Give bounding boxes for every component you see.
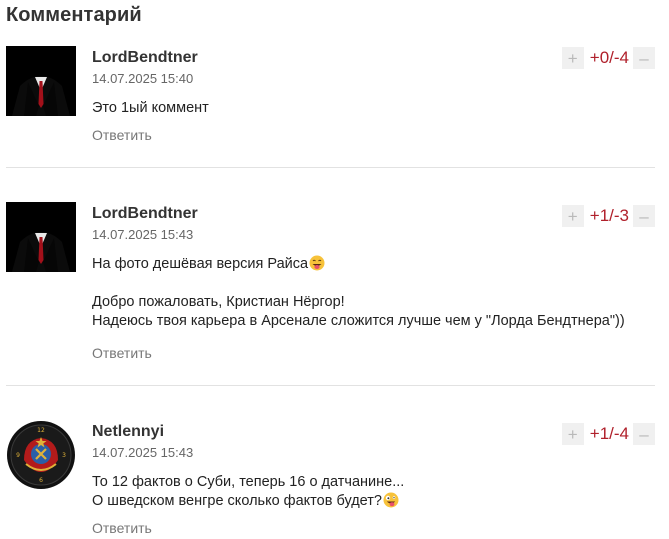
comment-text: То 12 фактов о Суби, теперь 16 о датчани… <box>92 473 657 511</box>
comment-author[interactable]: Netlennyi <box>92 423 164 441</box>
svg-text:3: 3 <box>62 452 66 459</box>
comment-line-text: О шведском венгре сколько фактов будет? <box>92 493 382 509</box>
comment-author[interactable]: LordBendtner <box>92 205 198 223</box>
comments-section: Комментарий LordBendtner 14.07.2025 15:4… <box>0 0 669 539</box>
comment-item: LordBendtner 14.07.2025 15:43 На фото де… <box>0 202 669 372</box>
user-avatar[interactable] <box>6 202 76 272</box>
comment-line: Добро пожаловать, Кристиан Нёргор! <box>92 294 345 310</box>
comment-line: То 12 фактов о Суби, теперь 16 о датчани… <box>92 474 405 490</box>
section-title: Комментарий <box>6 4 142 26</box>
user-avatar[interactable]: 12 3 6 9 <box>6 420 76 490</box>
vote-score: +1/-4 <box>589 424 629 443</box>
svg-text:6: 6 <box>39 477 43 484</box>
reply-button[interactable]: Ответить <box>92 520 152 536</box>
suit-avatar-icon <box>6 202 76 272</box>
comment-line: Надеюсь твоя карьера в Арсенале сложится… <box>92 313 625 329</box>
svg-text:9: 9 <box>16 452 20 459</box>
comment-line <box>92 274 657 293</box>
zany-emoji-icon <box>383 492 399 508</box>
plus-icon[interactable]: + <box>561 423 584 445</box>
vote-score: +1/-3 <box>589 206 629 225</box>
minus-icon[interactable]: – <box>633 423 655 445</box>
minus-icon[interactable]: – <box>633 205 655 227</box>
vote-widget: + +1/-4 – <box>561 422 655 446</box>
comment-item: LordBendtner 14.07.2025 15:40 Это 1ый ко… <box>0 46 669 156</box>
comment-item: 12 3 6 9 Netlennyi 14.07.2025 15:43 То 12 … <box>0 420 669 539</box>
tongue-emoji-icon <box>309 255 325 271</box>
reply-button[interactable]: Ответить <box>92 127 152 143</box>
plus-icon[interactable]: + <box>561 205 584 227</box>
emblem-clock-avatar-icon: 12 3 6 9 <box>6 420 76 490</box>
comment-divider <box>6 385 655 386</box>
reply-button[interactable]: Ответить <box>92 345 152 361</box>
comment-date: 14.07.2025 15:40 <box>92 71 194 86</box>
minus-icon[interactable]: – <box>633 47 655 69</box>
user-avatar[interactable] <box>6 46 76 116</box>
plus-icon[interactable]: + <box>561 47 584 69</box>
vote-widget: + +0/-4 – <box>561 46 655 70</box>
comment-text: На фото дешёвая версия Райса Добро пожал… <box>92 255 657 331</box>
vote-widget: + +1/-3 – <box>561 204 655 228</box>
comment-author[interactable]: LordBendtner <box>92 49 198 67</box>
svg-text:12: 12 <box>37 427 45 434</box>
comment-line: О шведском венгре сколько фактов будет? <box>92 492 657 511</box>
vote-score: +0/-4 <box>589 48 629 67</box>
comment-line: На фото дешёвая версия Райса <box>92 255 657 274</box>
comment-date: 14.07.2025 15:43 <box>92 445 194 460</box>
comment-date: 14.07.2025 15:43 <box>92 227 194 242</box>
suit-avatar-icon <box>6 46 76 116</box>
comment-divider <box>6 167 655 168</box>
comment-line: Это 1ый коммент <box>92 100 209 116</box>
comment-line-text: На фото дешёвая версия Райса <box>92 256 309 272</box>
comment-text: Это 1ый коммент <box>92 99 657 118</box>
